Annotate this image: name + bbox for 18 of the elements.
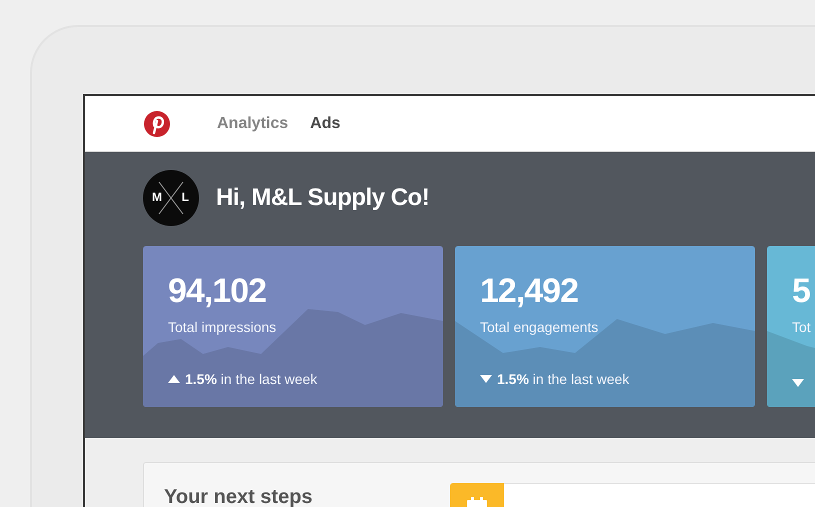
nav-tab[interactable]: Ads (310, 114, 340, 132)
down-triangle-icon (480, 375, 492, 383)
down-triangle-icon (792, 379, 804, 387)
change-text: 1.5% in the last week (185, 371, 318, 387)
avatar-initial: M (152, 190, 162, 204)
stat-label: Tot (792, 319, 812, 335)
logo-icon (143, 110, 171, 138)
change-text: 1.5% in the last week (497, 371, 630, 387)
avatar-initial: L (182, 190, 189, 204)
stat-value: 12,492 (480, 272, 579, 311)
greeting-title: Hi, M&L Supply Co! (216, 184, 430, 212)
stat-label: Total engagements (480, 319, 600, 335)
next-steps-title: Your next steps (164, 486, 314, 507)
stat-label: Total impressions (168, 319, 278, 335)
up-triangle-icon (168, 375, 180, 383)
stat-value: 94,102 (168, 272, 267, 311)
stat-value: 5 (792, 272, 811, 311)
nav-tab[interactable]: Analytics (217, 114, 288, 132)
